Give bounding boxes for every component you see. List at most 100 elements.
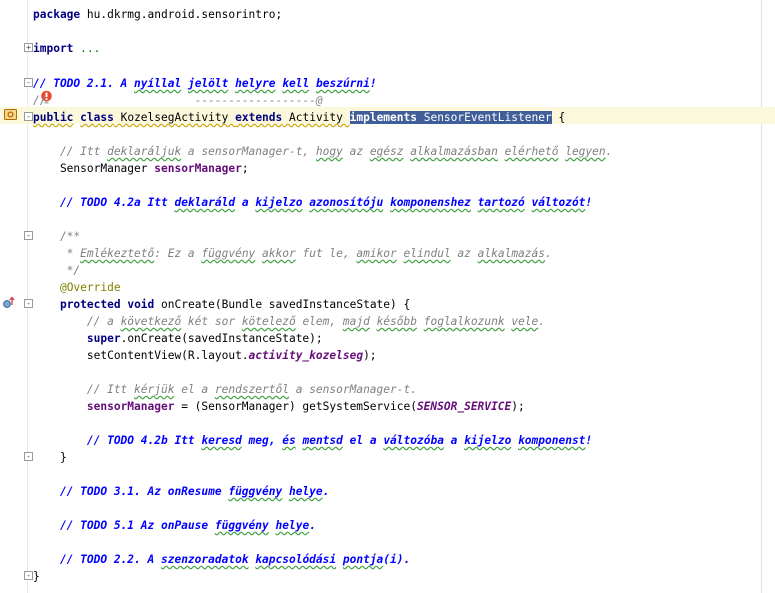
code-line-close-class[interactable]: } [33,568,40,585]
fold-end-class-icon[interactable]: - [24,571,33,580]
code-line-package[interactable]: package hu.dkrmg.android.sensorintro; [33,6,282,23]
code-line-get-service[interactable]: sensorManager = (SensorManager) getSyste… [33,398,525,415]
code-line-todo-2-2[interactable]: // TODO 2.2. A szenzoradatok kapcsolódás… [33,551,410,568]
code-token: két sor [181,315,242,328]
fold-collapse-class-icon[interactable]: - [24,112,33,121]
fold-expand-import-icon[interactable]: + [24,43,33,52]
code-token: komponenshez [390,196,471,209]
code-token: vele [511,315,539,328]
code-token: kijelzo [255,196,303,209]
code-token: // TODO 4.2a Itt [33,196,175,209]
code-token: akkor [262,247,296,260]
fold-collapse-oncreate-icon[interactable]: - [24,299,33,308]
code-token: Emlékeztető [80,247,155,260]
code-token: . [309,519,316,532]
override-marker-icon[interactable] [3,296,15,310]
code-line-todo-3-1[interactable]: // TODO 3.1. Az onResume függvény helye. [33,483,329,500]
code-token: * [33,247,81,260]
code-token: változóba [383,434,444,447]
code-token: : Ez a [154,247,202,260]
code-token: ... [80,42,101,55]
code-token: @Override [59,281,121,294]
code-token: ------------------@ [194,94,323,107]
code-token: helye [288,485,323,498]
code-line-todo-4-2a[interactable]: // TODO 4.2a Itt deklaráld a kijelzo azo… [33,194,592,211]
code-token: keresd [201,434,242,447]
code-token: hu.dkrmg.android.sensorintro; [80,8,283,21]
code-token: // a [33,315,121,328]
code-token: // TODO 3.1. Az onResume [33,485,229,498]
class-marker-icon[interactable] [4,109,17,120]
code-line-javadoc-open[interactable]: /** [33,228,80,245]
code-token: ); [363,349,377,362]
code-line-todo-5-1[interactable]: // TODO 5.1 Az onPause függvény helye. [33,517,316,534]
code-token: onCreate(Bundle savedInstanceState) { [154,298,411,311]
code-line-todo-2-1[interactable]: // TODO 2.1. A nyíllal jelölt helyre kel… [33,75,377,92]
code-line-arrow-comment[interactable]: // ------------------@ [33,92,323,109]
code-token: helyre [235,77,276,90]
code-token: public [33,111,74,124]
code-token: protected [59,298,121,311]
code-token: /** [33,230,81,243]
code-token: } [33,451,67,464]
code-token: . [538,315,546,328]
code-line-import[interactable]: import ... [33,40,100,57]
code-token: { [551,111,566,124]
code-token: package [33,8,81,21]
code-line-oncreate-decl[interactable]: protected void onCreate(Bundle savedInst… [33,296,410,313]
code-line-close-method[interactable]: } [33,449,67,466]
code-line-set-content[interactable]: setContentView(R.layout.activity_kozelse… [33,347,377,364]
code-token: // TODO 5.1 Az onPause [33,519,215,532]
code-line-comment-ask[interactable]: // Itt kérjük el a rendszertől a sensorM… [33,381,417,398]
code-token: szenzoradatok [160,553,249,566]
code-line-comment-next[interactable]: // a következő két sor kötelező elem, ma… [33,313,545,330]
code-token: és [282,434,296,447]
code-line-todo-4-2b[interactable]: // TODO 4.2b Itt keresd meg, és mentsd e… [33,432,592,449]
code-token: elem, [295,315,343,328]
code-token: // Itt [33,145,108,158]
code-token: . [545,247,552,260]
code-token: deklaráljuk [107,145,182,158]
code-token: függvény [228,485,283,498]
code-token: super [86,332,121,345]
code-line-comment-decl[interactable]: // Itt deklaráljuk a sensorManager-t, ho… [33,143,612,160]
code-line-javadoc-close[interactable]: */ [33,262,80,279]
code-token: .onCreate(savedInstanceState); [120,332,323,345]
code-line-super-call[interactable]: super.onCreate(savedInstanceState); [33,330,323,347]
code-token: class [80,111,114,124]
fold-collapse-comment-icon[interactable]: - [24,78,33,87]
fold-end-oncreate-icon[interactable]: - [24,452,33,461]
code-token: függvény [214,519,269,532]
code-token: pontja [342,553,384,566]
code-token: setContentView(R.layout. [33,349,249,362]
code-token: = (SensorManager) getSystemService( [174,400,417,413]
code-token: kötelező [241,315,296,328]
code-token: függvény [201,247,256,260]
code-line-javadoc-body[interactable]: * Emlékeztető: Ez a függvény akkor fut l… [33,245,552,262]
code-token: fut le, [295,247,357,260]
code-token: */ [33,264,81,277]
code-line-override[interactable]: @Override [33,279,121,296]
code-token: kapcsolódási [255,553,337,566]
code-line-class-decl[interactable]: public class KozelsegActivity extends Ac… [33,109,565,126]
code-token: alkalmazásban [410,145,498,158]
code-token: Activity [282,111,350,124]
code-token: az [450,247,478,260]
code-line-field-decl[interactable]: SensorManager sensorManager; [33,160,249,177]
code-token: el a [174,383,215,396]
code-token: ; [241,162,249,175]
fold-collapse-javadoc-icon[interactable]: - [24,231,33,240]
code-token: kérjük [134,383,175,396]
code-token: meg, [241,434,283,447]
code-token: ! [585,196,593,209]
code-token: helye [275,519,310,532]
code-token: SENSOR_SERVICE [416,400,512,413]
